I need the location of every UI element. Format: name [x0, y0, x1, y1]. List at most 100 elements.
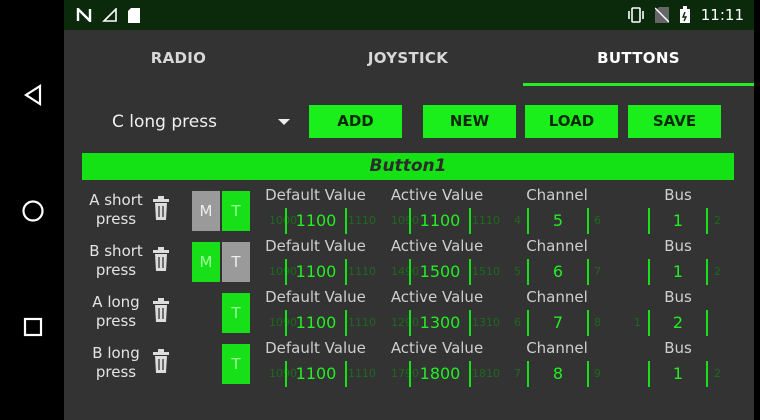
channel-prev-value: 7: [514, 367, 521, 380]
tab-bar: RADIO JOYSTICK BUTTONS: [64, 30, 754, 86]
toggle-mode-button[interactable]: T: [222, 293, 250, 333]
channel-next-value: 9: [594, 367, 601, 380]
channel-field[interactable]: 7: [527, 310, 589, 336]
channel-next-value: 8: [594, 316, 601, 329]
channel-next-value: 7: [594, 265, 601, 278]
default-value-field[interactable]: 1100: [285, 310, 347, 336]
channel-label: Channel: [526, 186, 588, 204]
row-label: B long press: [92, 344, 140, 381]
button-row: A short press M T Default Value 1000 110…: [64, 186, 754, 238]
default-value-field[interactable]: 1100: [285, 361, 347, 387]
bus-prev-value: 1: [634, 316, 641, 329]
notification-n-icon: [76, 8, 92, 22]
home-icon: [22, 200, 44, 222]
vibrate-icon: [627, 7, 644, 23]
bus-next-value: 2: [714, 367, 721, 380]
button-select-dropdown[interactable]: C long press: [112, 107, 290, 137]
new-button[interactable]: NEW: [423, 105, 516, 138]
tab-joystick[interactable]: JOYSTICK: [293, 30, 523, 86]
no-sim-icon: [654, 7, 669, 23]
active-value-label: Active Value: [390, 339, 484, 357]
navigation-bar: [0, 0, 64, 420]
bus-next-value: 2: [714, 214, 721, 227]
tab-radio[interactable]: RADIO: [64, 30, 293, 86]
channel-label: Channel: [526, 237, 588, 255]
channel-prev-value: 5: [514, 265, 521, 278]
dropdown-selected-value: C long press: [112, 112, 217, 132]
bus-label: Bus: [664, 186, 692, 204]
delete-button[interactable]: [152, 247, 170, 275]
section-title: Button1: [82, 153, 734, 180]
trash-icon: [153, 247, 169, 271]
channel-field[interactable]: 8: [527, 361, 589, 387]
default-next-value: 1110: [348, 367, 376, 380]
tab-indicator: [523, 83, 754, 86]
bus-next-value: 2: [714, 265, 721, 278]
back-icon: [23, 84, 42, 106]
bus-field[interactable]: 1: [648, 259, 708, 285]
active-value-field[interactable]: 1100: [409, 208, 471, 234]
tab-buttons[interactable]: BUTTONS: [523, 30, 754, 86]
default-value-field[interactable]: 1100: [285, 208, 347, 234]
channel-label: Channel: [526, 339, 588, 357]
active-next-value: 1110: [472, 214, 500, 227]
channel-label: Channel: [526, 288, 588, 306]
momentary-toggle[interactable]: M: [192, 191, 220, 231]
toggle-mode-button[interactable]: T: [222, 344, 250, 384]
active-next-value: 1510: [472, 265, 500, 278]
active-next-value: 1810: [472, 367, 500, 380]
momentary-toggle[interactable]: M: [192, 242, 220, 282]
channel-prev-value: 4: [514, 214, 521, 227]
row-label: B short press: [89, 242, 143, 279]
channel-prev-value: 6: [514, 316, 521, 329]
delete-button[interactable]: [152, 196, 170, 224]
delete-button[interactable]: [152, 349, 170, 377]
default-value-label: Default Value: [265, 288, 366, 306]
bus-field[interactable]: 1: [648, 361, 708, 387]
dropdown-arrow-icon: [278, 119, 290, 125]
save-button[interactable]: SAVE: [628, 105, 721, 138]
channel-field[interactable]: 6: [527, 259, 589, 285]
row-label: A short press: [89, 191, 143, 228]
channel-next-value: 6: [594, 214, 601, 227]
default-value-label: Default Value: [265, 237, 366, 255]
bus-field[interactable]: 2: [648, 310, 708, 336]
battery-icon: [679, 6, 690, 23]
button-row: B short press M T Default Value 1090 110…: [64, 237, 754, 289]
channel-field[interactable]: 5: [527, 208, 589, 234]
recents-icon: [23, 317, 43, 337]
row-label: A long press: [92, 293, 140, 330]
active-value-label: Active Value: [390, 288, 484, 306]
app-content: RADIO JOYSTICK BUTTONS C long press ADD …: [64, 30, 754, 420]
delete-button[interactable]: [152, 298, 170, 326]
back-button[interactable]: [16, 78, 50, 112]
default-next-value: 1110: [348, 265, 376, 278]
sd-card-icon: [128, 7, 140, 23]
signal-icon: [102, 8, 117, 22]
clock: 11:11: [700, 6, 744, 24]
recents-button[interactable]: [16, 310, 50, 344]
home-button[interactable]: [16, 194, 50, 228]
load-button[interactable]: LOAD: [525, 105, 618, 138]
bus-label: Bus: [664, 339, 692, 357]
toggle-mode-button[interactable]: T: [222, 191, 250, 231]
active-value-label: Active Value: [390, 186, 484, 204]
bus-label: Bus: [664, 237, 692, 255]
toggle-mode-button[interactable]: T: [222, 242, 250, 282]
default-value-field[interactable]: 1100: [285, 259, 347, 285]
bus-field[interactable]: 1: [648, 208, 708, 234]
add-button[interactable]: ADD: [309, 105, 402, 138]
default-next-value: 1110: [348, 214, 376, 227]
button-row: B long press T Default Value 1090 1100 1…: [64, 339, 754, 391]
trash-icon: [153, 298, 169, 322]
default-next-value: 1110: [348, 316, 376, 329]
button-row: A long press T Default Value 1090 1100 1…: [64, 288, 754, 340]
trash-icon: [153, 349, 169, 373]
active-next-value: 1310: [472, 316, 500, 329]
active-value-field[interactable]: 1500: [409, 259, 471, 285]
active-value-label: Active Value: [390, 237, 484, 255]
active-value-field[interactable]: 1300: [409, 310, 471, 336]
default-value-label: Default Value: [265, 339, 366, 357]
active-value-field[interactable]: 1800: [409, 361, 471, 387]
trash-icon: [153, 196, 169, 220]
